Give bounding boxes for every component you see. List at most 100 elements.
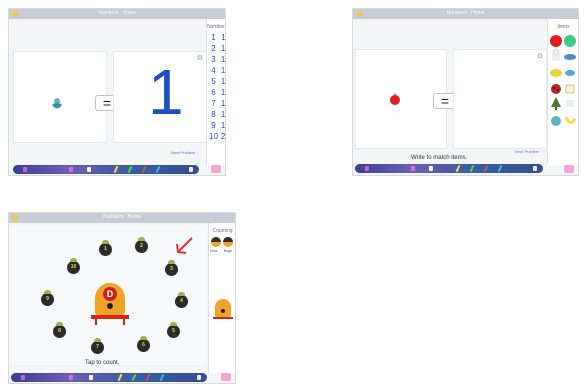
sidebar-title: Counting — [212, 228, 233, 234]
sidebar-stand — [213, 317, 233, 319]
right-panel[interactable]: 1 ⚙ — [113, 51, 207, 143]
screenshot-counting: Numbers Home 1 2 3 4 5 6 7 8 9 10 D Tap … — [8, 212, 236, 384]
number-item[interactable]: 10 — [209, 131, 218, 142]
count-token[interactable]: 9 — [41, 290, 54, 306]
number-item[interactable]: 1 — [209, 32, 218, 43]
count-token[interactable]: 2 — [135, 237, 148, 253]
app-icon[interactable] — [12, 11, 18, 17]
pink-button[interactable] — [564, 165, 574, 173]
option-cap-icon — [211, 237, 221, 242]
instruction-caption: Tap to count. — [85, 360, 120, 366]
next-problem-link[interactable]: Next Problem — [515, 149, 539, 154]
pink-button[interactable] — [221, 373, 231, 381]
number-item[interactable]: 11 — [221, 32, 225, 43]
pencil-icon[interactable] — [455, 164, 461, 173]
right-panel[interactable]: ⚙ — [453, 49, 547, 149]
color-swatch[interactable] — [21, 375, 25, 380]
fish-icon — [564, 54, 576, 60]
count-token[interactable]: 10 — [67, 258, 80, 274]
pencil-icon[interactable] — [155, 165, 161, 174]
tab-home[interactable]: Home — [471, 10, 484, 16]
count-token[interactable]: 1 — [99, 240, 112, 256]
sidebar-character[interactable] — [215, 299, 231, 317]
pink-button[interactable] — [211, 165, 221, 173]
count-token[interactable]: 6 — [137, 336, 150, 352]
number-item[interactable]: 16 — [221, 87, 225, 98]
count-token[interactable]: 4 — [175, 292, 188, 308]
color-swatch[interactable] — [89, 375, 93, 380]
option-label: Bugs — [224, 249, 232, 253]
gear-icon[interactable]: ⚙ — [197, 54, 203, 62]
number-item[interactable]: 7 — [209, 98, 218, 109]
number-item[interactable]: 13 — [221, 54, 225, 65]
number-item[interactable]: 3 — [209, 54, 218, 65]
number-item[interactable]: 2 — [209, 43, 218, 54]
counting-area[interactable]: 1 2 3 4 5 6 7 8 9 10 D Tap to count. — [11, 225, 207, 366]
number-item[interactable]: 15 — [221, 76, 225, 87]
pencil-icon[interactable] — [469, 164, 475, 173]
color-swatch[interactable] — [411, 166, 415, 171]
arrow-icon — [176, 237, 193, 254]
eraser-icon[interactable] — [197, 375, 201, 380]
number-item[interactable]: 17 — [221, 98, 225, 109]
drawing-toolbar[interactable] — [355, 164, 543, 173]
number-item[interactable]: 9 — [209, 120, 218, 131]
count-token[interactable]: 7 — [91, 338, 104, 354]
pencil-icon[interactable] — [141, 165, 147, 174]
number-item[interactable]: 8 — [209, 109, 218, 120]
counting-character[interactable]: D — [95, 283, 125, 315]
number-item[interactable]: 4 — [209, 65, 218, 76]
color-swatch[interactable] — [23, 167, 27, 172]
app-title: Numbers — [446, 10, 467, 16]
number-item[interactable]: 18 — [221, 109, 225, 120]
character-stand-leg — [123, 319, 125, 325]
face-dot-icon — [107, 303, 113, 309]
bug-icon — [551, 116, 561, 126]
color-swatch[interactable] — [69, 375, 73, 380]
pencil-icon[interactable] — [131, 373, 137, 382]
pencil-icon[interactable] — [497, 164, 503, 173]
number-item[interactable]: 19 — [221, 120, 225, 131]
option-bugs[interactable] — [223, 237, 233, 247]
pencil-icon[interactable] — [113, 165, 119, 174]
screenshot-item-match: Numbers Home = ⚙ Next Problem Write to m… — [352, 8, 579, 176]
option-dots[interactable] — [211, 237, 221, 247]
character-stand-leg — [95, 319, 97, 325]
count-token[interactable]: 8 — [53, 322, 66, 338]
sidebar-title: Items — [557, 24, 570, 30]
pencil-icon[interactable] — [483, 164, 489, 173]
number-item[interactable]: 20 — [221, 131, 225, 142]
items-grid[interactable] — [548, 33, 578, 143]
drawing-toolbar[interactable] — [11, 373, 207, 382]
big-digit: 1 — [148, 56, 184, 128]
number-item[interactable]: 14 — [221, 65, 225, 76]
pencil-icon[interactable] — [117, 373, 123, 382]
gear-icon[interactable]: ⚙ — [537, 52, 543, 60]
color-swatch[interactable] — [87, 167, 91, 172]
number-item[interactable]: 6 — [209, 87, 218, 98]
number-item[interactable]: 5 — [209, 76, 218, 87]
sidebar-title: Numbers — [207, 24, 226, 30]
pencil-icon[interactable] — [159, 373, 165, 382]
app-icon[interactable] — [12, 215, 18, 221]
app-icon[interactable] — [356, 11, 362, 17]
count-token[interactable]: 5 — [167, 322, 180, 338]
next-problem-link[interactable]: Next Problem — [171, 150, 195, 155]
drawing-toolbar[interactable] — [13, 165, 199, 174]
number-item[interactable]: 12 — [221, 43, 225, 54]
color-swatch[interactable] — [365, 166, 369, 171]
color-swatch[interactable] — [69, 167, 73, 172]
pencil-icon[interactable] — [145, 373, 151, 382]
face-dot-icon — [221, 309, 225, 313]
eraser-icon[interactable] — [189, 167, 193, 172]
pencil-icon[interactable] — [127, 165, 133, 174]
ball-icon — [564, 35, 576, 47]
numbers-sidebar: Numbers 1 11 2 12 3 13 4 14 5 15 6 16 7 … — [206, 19, 226, 165]
left-panel[interactable] — [13, 51, 107, 143]
count-token[interactable]: 3 — [165, 260, 178, 276]
color-swatch[interactable] — [429, 166, 433, 171]
tab-home[interactable]: Home — [128, 214, 141, 220]
top-bar: Numbers Home — [353, 9, 578, 19]
tab-home[interactable]: Home — [123, 10, 136, 16]
eraser-icon[interactable] — [533, 166, 537, 171]
